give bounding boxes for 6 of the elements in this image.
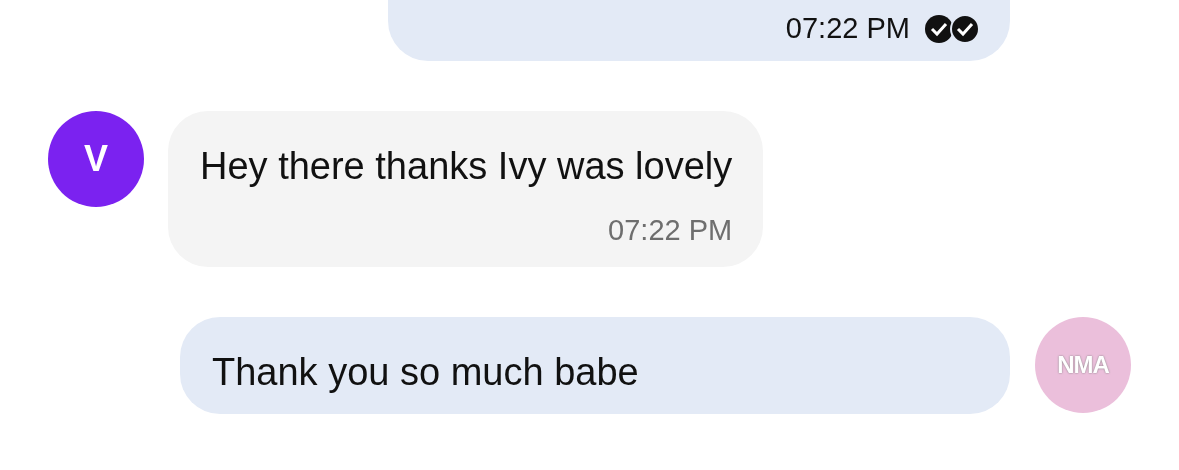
- avatar: V: [48, 111, 144, 207]
- message-time: 07:22 PM: [608, 214, 733, 247]
- message-time: 07:22 PM: [785, 12, 910, 45]
- message-text: Thank you so much babe: [212, 351, 639, 394]
- avatar: NMA: [1035, 317, 1131, 413]
- message-text: Hey there thanks Ivy was lovely: [200, 145, 733, 188]
